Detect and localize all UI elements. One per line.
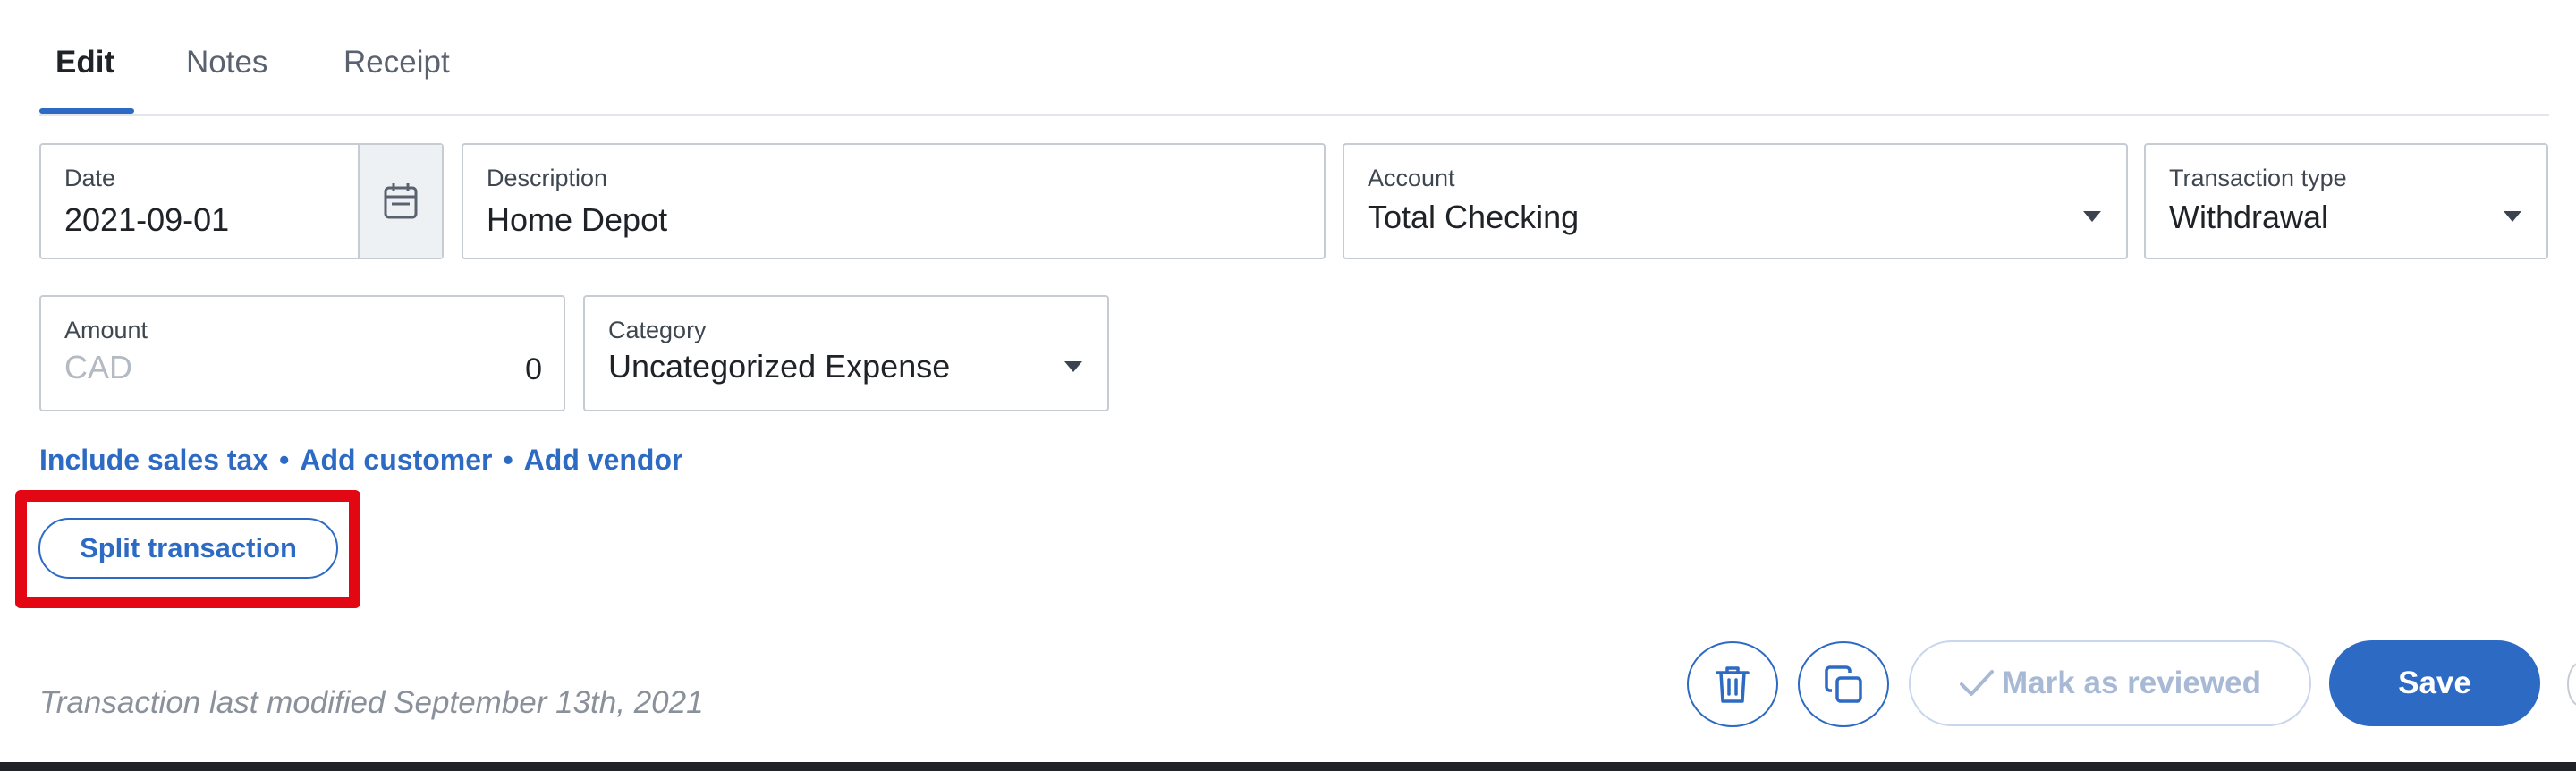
date-label: Date	[64, 165, 116, 191]
category-value: Uncategorized Expense	[608, 348, 951, 385]
tab-notes[interactable]: Notes	[186, 45, 267, 80]
split-transaction-button[interactable]: Split transaction	[38, 518, 338, 579]
date-field[interactable]: Date 2021-09-01	[39, 143, 444, 259]
optional-actions: Include sales tax • Add customer • Add vendo…	[39, 444, 682, 477]
amount-value[interactable]: 0	[525, 352, 542, 387]
save-button[interactable]: Save	[2329, 640, 2540, 726]
transaction-type-select[interactable]: Transaction type Withdrawal	[2144, 143, 2548, 259]
add-customer-link[interactable]: Add customer	[300, 444, 492, 476]
last-modified-text: Transaction last modified September 13th…	[39, 685, 704, 720]
date-value[interactable]: 2021-09-01	[64, 201, 229, 239]
include-sales-tax-link[interactable]: Include sales tax	[39, 444, 268, 476]
chevron-down-icon	[2083, 211, 2101, 222]
checkmark-icon	[1960, 670, 1995, 696]
add-vendor-link[interactable]: Add vendor	[524, 444, 683, 476]
separator: •	[279, 444, 290, 476]
mark-as-reviewed-button[interactable]: Mark as reviewed	[1909, 640, 2311, 726]
description-value[interactable]: Home Depot	[487, 201, 667, 239]
account-select[interactable]: Account Total Checking	[1343, 143, 2128, 259]
chevron-down-icon	[1064, 361, 1082, 372]
description-label: Description	[487, 165, 608, 191]
trash-icon	[1716, 666, 1750, 703]
transaction-type-value: Withdrawal	[2169, 199, 2329, 235]
tab-receipt[interactable]: Receipt	[343, 45, 450, 80]
delete-button[interactable]	[1687, 641, 1778, 727]
duplicate-button[interactable]	[1798, 641, 1889, 727]
account-value: Total Checking	[1368, 199, 1580, 235]
category-select[interactable]: Category Uncategorized Expense	[583, 295, 1109, 411]
date-picker-button[interactable]	[358, 145, 442, 258]
separator: •	[503, 444, 513, 476]
calendar-icon	[384, 183, 418, 219]
tab-edit[interactable]: Edit	[55, 45, 114, 80]
amount-label: Amount	[64, 317, 148, 343]
currency-code: CAD	[64, 349, 133, 386]
description-field[interactable]: Description Home Depot	[462, 143, 1326, 259]
bottom-border	[0, 762, 2576, 771]
amount-field[interactable]: Amount CAD 0	[39, 295, 565, 411]
account-label: Account	[1368, 165, 1455, 191]
active-tab-indicator	[39, 108, 134, 114]
chevron-down-icon	[2504, 211, 2521, 222]
tab-bar: Edit Notes Receipt	[39, 0, 2549, 116]
category-label: Category	[608, 317, 707, 343]
transaction-type-label: Transaction type	[2169, 165, 2347, 191]
copy-icon	[1825, 665, 1862, 703]
mark-as-reviewed-label: Mark as reviewed	[2002, 665, 2261, 700]
partial-circle-button[interactable]	[2567, 662, 2576, 707]
